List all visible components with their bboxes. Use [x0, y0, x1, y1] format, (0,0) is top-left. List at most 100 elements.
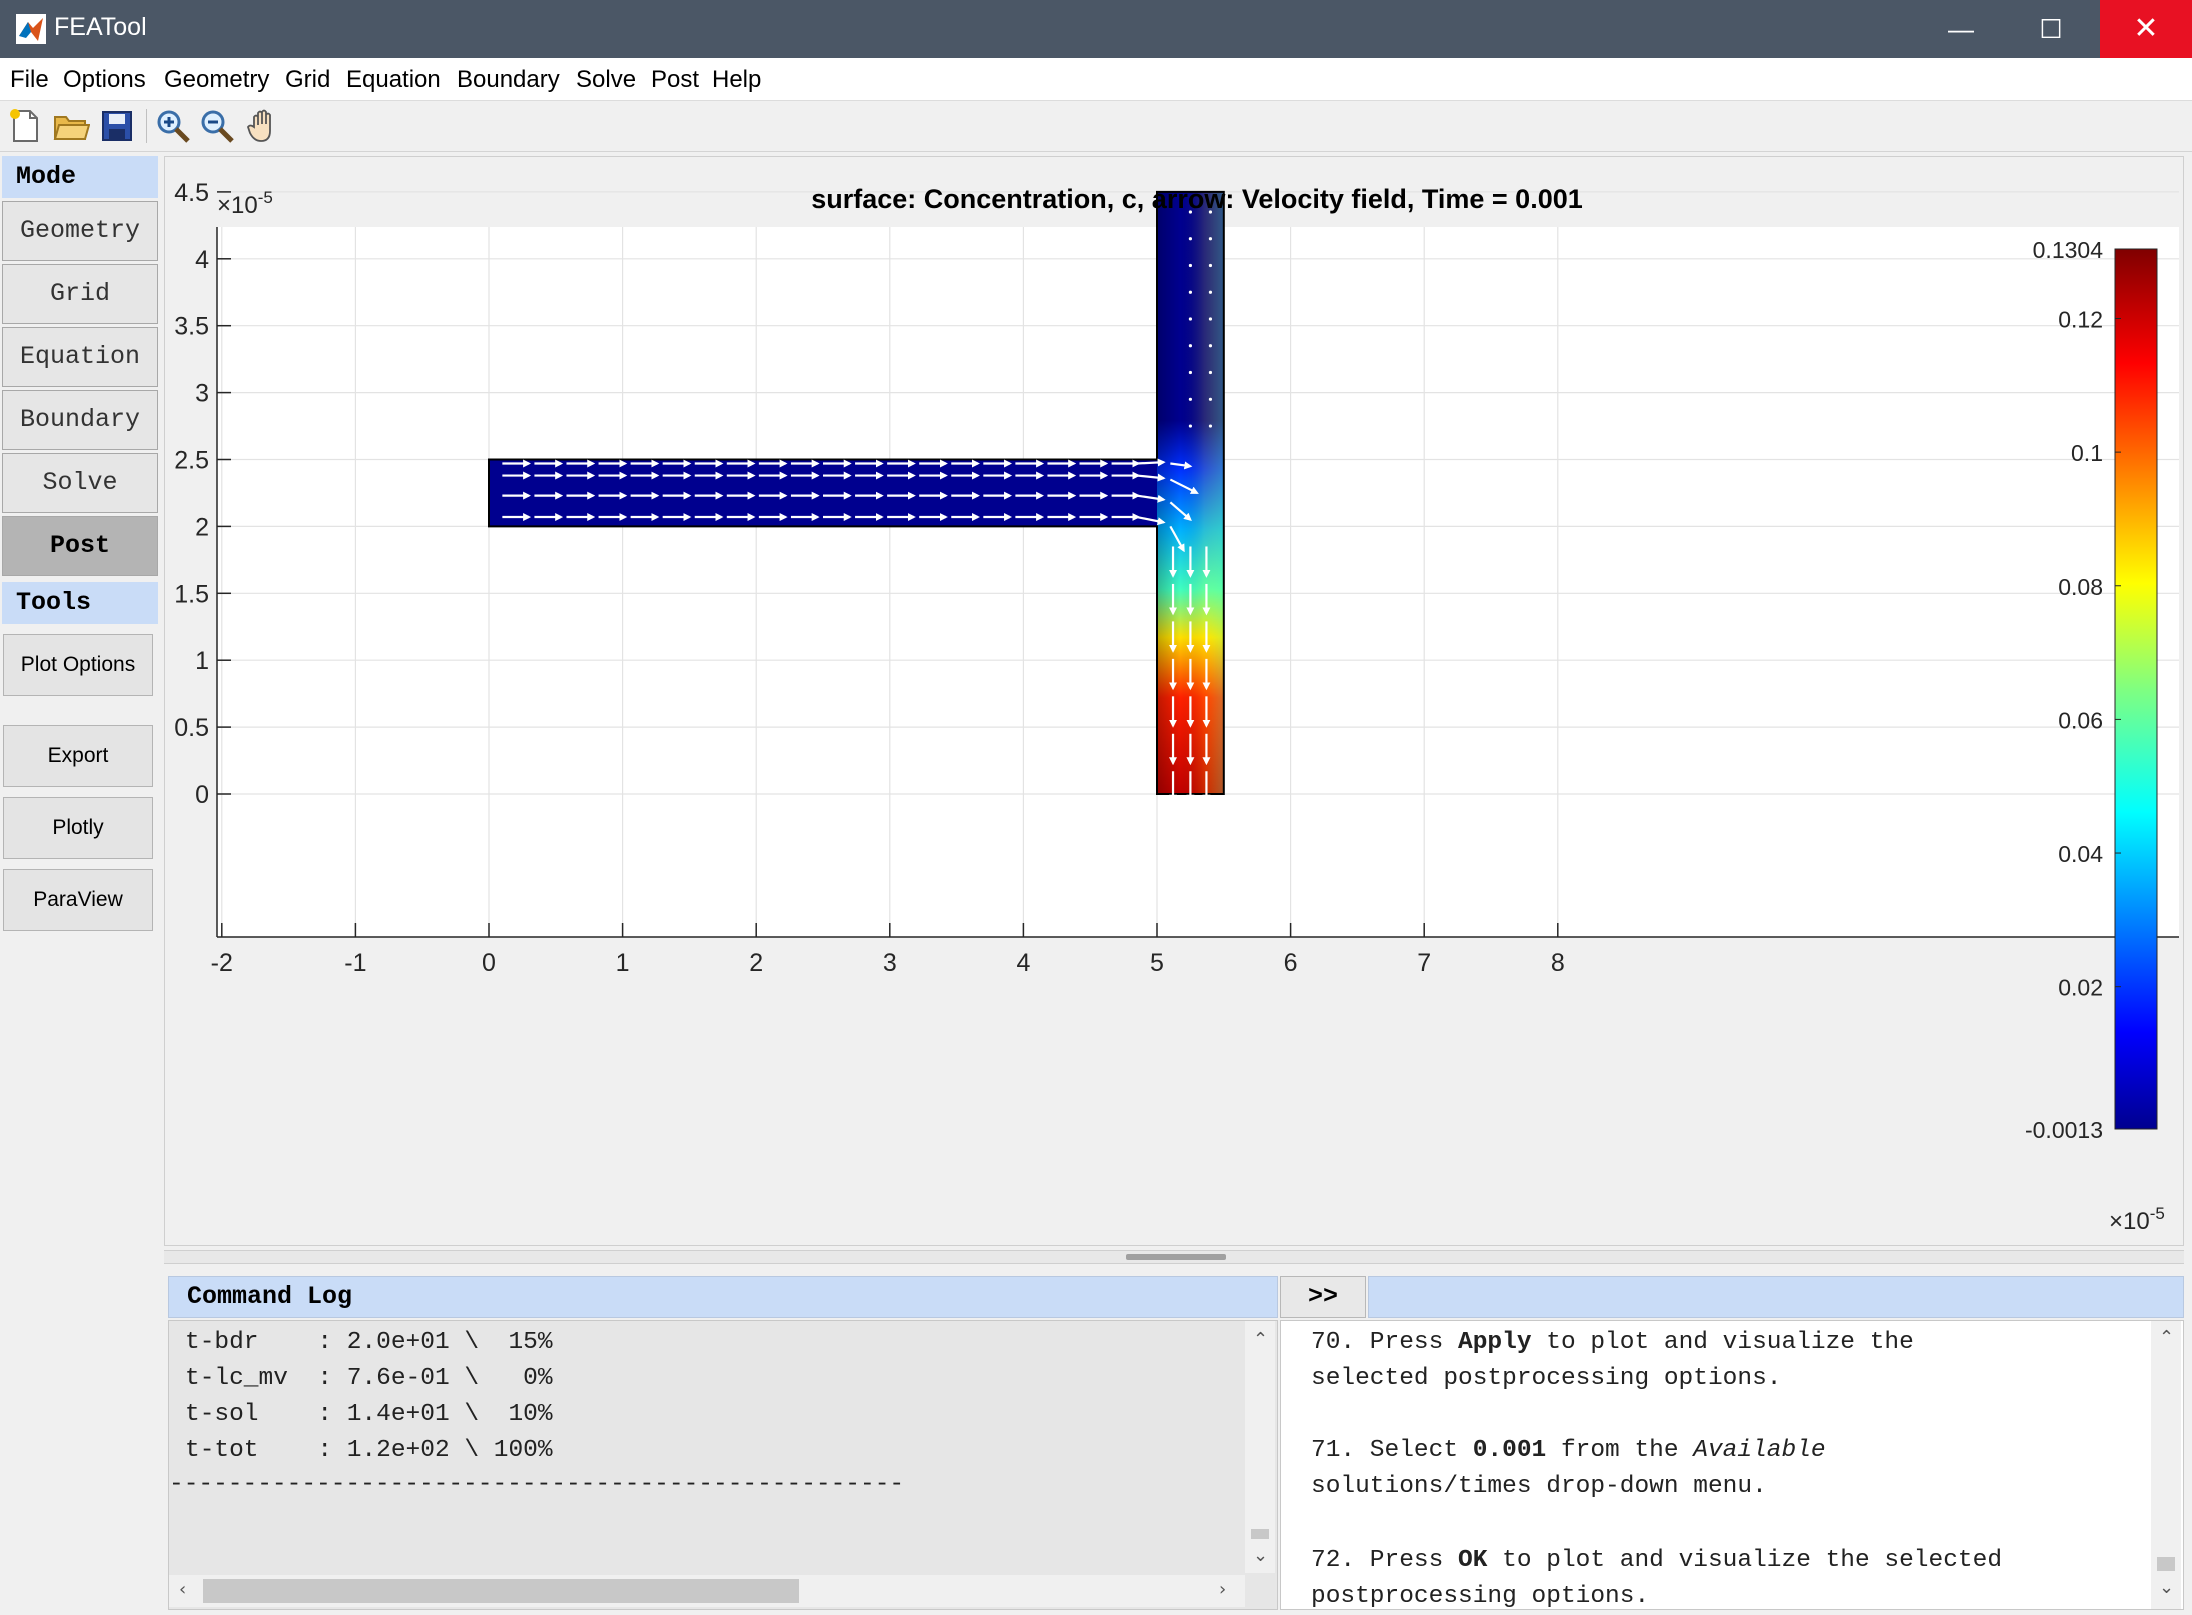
y-tick-label: 3.5 — [174, 313, 209, 341]
mode-solve-button[interactable]: Solve — [2, 453, 158, 513]
hint-step-70: 70. Press Apply to plot and visualize th… — [1311, 1329, 1914, 1356]
colorbar-label: 0.12 — [2058, 306, 2103, 332]
expand-log-button[interactable]: >> — [1280, 1276, 1366, 1318]
menu-geometry[interactable]: Geometry — [164, 66, 269, 94]
velocity-dot — [1208, 397, 1213, 401]
tools-header: Tools — [2, 582, 158, 624]
colorbar-label: 0.08 — [2058, 574, 2103, 600]
log-horizontal-scrollbar[interactable]: ‹ › — [169, 1575, 1245, 1607]
y-tick-label: 4 — [195, 246, 209, 274]
y-tick-label: 0.5 — [174, 714, 209, 742]
hint-step-72-line2: postprocessing options. — [1311, 1583, 1650, 1610]
y-exponent-label: ×10-5 — [217, 188, 273, 219]
velocity-dot — [1188, 370, 1192, 375]
plot-title: surface: Concentration, c, arrow: Veloci… — [811, 184, 1583, 214]
colorbar-label: 0.06 — [2058, 707, 2103, 733]
splitter-handle[interactable] — [1126, 1254, 1226, 1260]
toolbar — [0, 101, 2192, 152]
log-vscroll-thumb[interactable] — [1251, 1529, 1269, 1539]
hint-step-70-line2: selected postprocessing options. — [1311, 1365, 1782, 1392]
paraview-button[interactable]: ParaView — [3, 869, 153, 931]
velocity-dot — [1188, 263, 1192, 268]
scroll-up-icon[interactable]: ⌃ — [2159, 1327, 2174, 1348]
plot-canvas[interactable]: -2 -1 0 1 2 3 4 5 6 7 8 0 0.5 1 1.5 2 2.5 3 3.5 4 4.5 surfa… — [165, 157, 2183, 1245]
scroll-up-icon[interactable]: ⌃ — [1253, 1329, 1268, 1350]
x-tick-label: 4 — [1016, 949, 1030, 977]
new-file-icon[interactable] — [6, 107, 44, 145]
velocity-arrow — [1136, 458, 1166, 467]
scroll-down-icon[interactable]: ⌄ — [2159, 1577, 2174, 1598]
x-tick-label: 6 — [1284, 949, 1298, 977]
log-line: t-sol : 1.4e+01 \ 10% — [185, 1401, 553, 1428]
velocity-dot — [1188, 317, 1192, 321]
hint-vertical-scrollbar[interactable]: ⌃ ⌄ — [2151, 1321, 2181, 1609]
menu-solve[interactable]: Solve — [576, 66, 636, 94]
command-log-header: Command Log — [168, 1276, 1278, 1318]
x-tick-label: 1 — [616, 949, 630, 977]
y-tick-label: 1.5 — [174, 580, 209, 608]
colorbar-label: 0.1304 — [2033, 237, 2104, 263]
hint-panel[interactable]: 70. Press Apply to plot and visualize th… — [1280, 1320, 2184, 1610]
menu-file[interactable]: File — [10, 66, 49, 94]
close-button[interactable]: ✕ — [2100, 0, 2192, 58]
y-tick-label: 4.5 — [174, 179, 209, 207]
colorbar-label: 0.1 — [2071, 440, 2103, 466]
colorbar-label: 0.02 — [2058, 975, 2103, 1001]
plot-panel[interactable]: -2 -1 0 1 2 3 4 5 6 7 8 0 0.5 1 1.5 2 2.5 3 3.5 4 4.5 surfa… — [164, 156, 2184, 1246]
velocity-dot — [1208, 344, 1213, 348]
velocity-dot — [1208, 290, 1213, 294]
colorbar-label: -0.0013 — [2025, 1117, 2103, 1143]
log-hscroll-thumb[interactable] — [203, 1579, 799, 1603]
scroll-left-icon[interactable]: ‹ — [179, 1579, 186, 1600]
open-folder-icon[interactable] — [52, 107, 90, 145]
zoom-out-icon[interactable] — [198, 107, 236, 145]
x-tick-label: -1 — [344, 949, 366, 977]
scroll-down-icon[interactable]: ⌄ — [1253, 1545, 1268, 1566]
hint-step-71-line2: solutions/times drop-down menu. — [1311, 1473, 1767, 1500]
matlab-logo-icon — [16, 14, 46, 44]
mode-equation-button[interactable]: Equation — [2, 327, 158, 387]
pan-hand-icon[interactable] — [244, 107, 282, 145]
menu-boundary[interactable]: Boundary — [457, 66, 560, 94]
command-log[interactable]: t-bdr : 2.0e+01 \ 15% t-lc_mv : 7.6e-01 … — [168, 1320, 1278, 1610]
export-button[interactable]: Export — [3, 725, 153, 787]
scroll-right-icon[interactable]: › — [1219, 1579, 1226, 1600]
save-icon[interactable] — [98, 107, 136, 145]
hint-vscroll-thumb[interactable] — [2157, 1557, 2175, 1571]
x-tick-label: 7 — [1417, 949, 1431, 977]
mode-post-button[interactable]: Post — [2, 516, 158, 576]
y-tick-label: 2.5 — [174, 447, 209, 475]
colorbar — [2114, 248, 2158, 1130]
plot-options-button[interactable]: Plot Options — [3, 634, 153, 696]
mode-grid-button[interactable]: Grid — [2, 264, 158, 324]
title-bar: FEATool — [0, 0, 2192, 58]
x-tick-label: 3 — [883, 949, 897, 977]
menu-post[interactable]: Post — [651, 66, 699, 94]
mode-boundary-button[interactable]: Boundary — [2, 390, 158, 450]
velocity-dot — [1208, 370, 1213, 375]
menu-help[interactable]: Help — [712, 66, 761, 94]
x-tick-label: 0 — [482, 949, 496, 977]
menu-grid[interactable]: Grid — [285, 66, 330, 94]
velocity-dot — [1188, 344, 1192, 348]
velocity-dot — [1188, 290, 1192, 294]
hint-header — [1368, 1276, 2184, 1318]
menu-equation[interactable]: Equation — [346, 66, 441, 94]
log-vertical-scrollbar[interactable]: ⌃ ⌄ — [1245, 1321, 1275, 1573]
menu-options[interactable]: Options — [63, 66, 146, 94]
plotly-button[interactable]: Plotly — [3, 797, 153, 859]
minimize-button[interactable]: — — [1916, 0, 2006, 58]
log-line: t-lc_mv : 7.6e-01 \ 0% — [185, 1365, 553, 1392]
velocity-dot — [1208, 424, 1213, 428]
colorbar-label: 0.04 — [2058, 841, 2103, 867]
velocity-dot — [1208, 237, 1213, 241]
hint-step-71: 71. Select 0.001 from the Available — [1311, 1437, 1826, 1464]
y-tick-label: 1 — [195, 647, 209, 675]
zoom-in-icon[interactable] — [154, 107, 192, 145]
x-exponent-label: ×10-5 — [2109, 1204, 2165, 1235]
window-title: FEATool — [54, 13, 147, 41]
mode-geometry-button[interactable]: Geometry — [2, 201, 158, 261]
menu-bar: File Options Geometry Grid Equation Boun… — [0, 58, 2192, 101]
maximize-button[interactable]: ☐ — [2006, 0, 2096, 58]
velocity-dot — [1188, 397, 1192, 401]
